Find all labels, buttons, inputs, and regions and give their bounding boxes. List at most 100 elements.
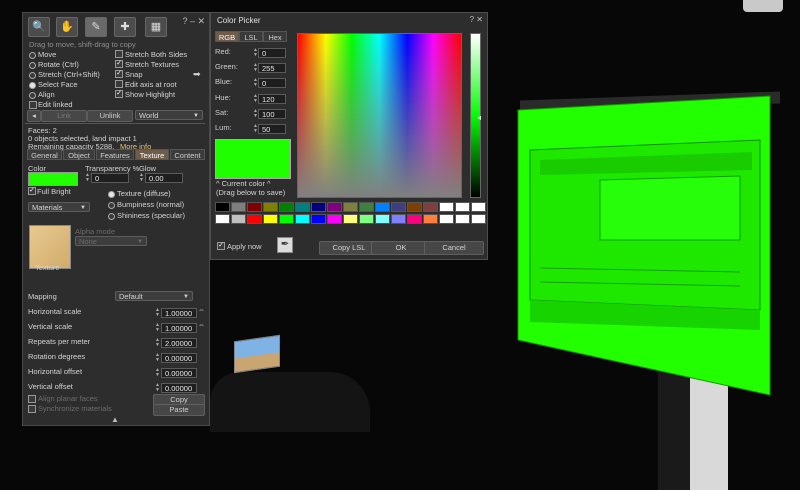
- palette-swatch[interactable]: [295, 214, 310, 224]
- palette-swatch[interactable]: [391, 202, 406, 212]
- focus-icon[interactable]: 🔍: [28, 17, 50, 37]
- materials-select[interactable]: Materials ▼: [28, 202, 90, 212]
- apply-now-checkbox[interactable]: ✓: [217, 242, 225, 250]
- palette-swatch[interactable]: [215, 214, 230, 224]
- scale-lock-icon[interactable]: ⇔: [198, 322, 205, 329]
- vertical-offset-stepper-icon[interactable]: ▲ ▼: [155, 383, 160, 393]
- tab-texture[interactable]: Texture: [135, 149, 169, 160]
- palette-swatch[interactable]: [455, 214, 470, 224]
- palette-swatch[interactable]: [471, 202, 486, 212]
- palette-swatch[interactable]: [407, 214, 422, 224]
- stretch-both-sides-checkbox[interactable]: [115, 50, 123, 58]
- palette-swatch[interactable]: [279, 202, 294, 212]
- palette-swatch[interactable]: [343, 202, 358, 212]
- palette-swatch[interactable]: [215, 202, 230, 212]
- palette-swatch[interactable]: [407, 202, 422, 212]
- rotation-stepper-icon[interactable]: ▲ ▼: [155, 353, 160, 363]
- link-button[interactable]: Link: [41, 110, 87, 122]
- alpha-mode-select[interactable]: None ▼: [75, 236, 147, 246]
- tab-object[interactable]: Object: [63, 149, 95, 160]
- luminance-caret-icon[interactable]: ◂: [477, 113, 481, 122]
- repeats-per-meter-field[interactable]: 2.00000: [161, 338, 197, 348]
- chevron-up-icon[interactable]: ▲: [111, 415, 119, 424]
- edit-icon[interactable]: ✎: [85, 17, 107, 37]
- palette-swatch[interactable]: [375, 214, 390, 224]
- red-field[interactable]: 0: [258, 48, 286, 58]
- show-highlight-checkbox[interactable]: ✓: [115, 90, 123, 98]
- align-radio[interactable]: [29, 92, 36, 99]
- palette-swatch[interactable]: [375, 202, 390, 212]
- stretch-radio[interactable]: [29, 72, 36, 79]
- palette-swatch[interactable]: [423, 202, 438, 212]
- edit-linked-checkbox[interactable]: [29, 101, 37, 109]
- texture-diffuse-radio[interactable]: [108, 191, 115, 198]
- horizontal-scale-field[interactable]: 1.00000: [161, 308, 197, 318]
- color-swatch[interactable]: [28, 172, 78, 186]
- palette-swatch[interactable]: [327, 202, 342, 212]
- tab-rgb[interactable]: RGB: [215, 31, 239, 42]
- palette-swatch[interactable]: [263, 214, 278, 224]
- horizontal-offset-stepper-icon[interactable]: ▲ ▼: [155, 368, 160, 378]
- picker-window-controls[interactable]: ? ✕: [470, 15, 483, 24]
- palette-swatch[interactable]: [471, 214, 486, 224]
- repeats-stepper-icon[interactable]: ▲ ▼: [155, 338, 160, 348]
- ruler-mode-select[interactable]: World ▼: [135, 110, 203, 120]
- palette-swatch[interactable]: [439, 214, 454, 224]
- copy-lsl-button[interactable]: Copy LSL: [319, 241, 379, 255]
- sat-field[interactable]: 100: [258, 109, 286, 119]
- palette-swatch[interactable]: [311, 214, 326, 224]
- snap-arrow-icon[interactable]: ➡: [193, 69, 201, 80]
- vertical-scale-field[interactable]: 1.00000: [161, 323, 197, 333]
- palette-swatch[interactable]: [455, 202, 470, 212]
- tab-general[interactable]: General: [27, 149, 62, 160]
- land-icon[interactable]: ▦: [145, 17, 167, 37]
- palette-swatch[interactable]: [359, 202, 374, 212]
- unlink-button[interactable]: Unlink: [87, 110, 133, 122]
- green-field[interactable]: 255: [258, 63, 286, 73]
- paste-button[interactable]: Paste: [153, 404, 205, 416]
- vertical-scale-stepper-icon[interactable]: ▲ ▼: [155, 323, 160, 333]
- palette-swatch[interactable]: [279, 214, 294, 224]
- tab-features[interactable]: Features: [96, 149, 134, 160]
- glow-stepper-icon[interactable]: ▲ ▼: [139, 173, 144, 183]
- bumpiness-radio[interactable]: [108, 202, 115, 209]
- panel-window-controls[interactable]: ? ‒ ✕: [182, 16, 205, 27]
- move-icon[interactable]: ✋: [56, 17, 78, 37]
- hue-field[interactable]: 120: [258, 94, 286, 104]
- blue-field[interactable]: 0: [258, 78, 286, 88]
- palette-swatch[interactable]: [343, 214, 358, 224]
- palette-swatch[interactable]: [359, 214, 374, 224]
- lum-field[interactable]: 50: [258, 124, 286, 134]
- palette-swatch[interactable]: [311, 202, 326, 212]
- shininess-radio[interactable]: [108, 213, 115, 220]
- snap-checkbox[interactable]: ✓: [115, 70, 123, 78]
- tab-lsl[interactable]: LSL: [239, 31, 263, 42]
- palette-swatch[interactable]: [439, 202, 454, 212]
- move-radio[interactable]: [29, 52, 36, 59]
- stretch-textures-checkbox[interactable]: ✓: [115, 60, 123, 68]
- palette-swatch[interactable]: [423, 214, 438, 224]
- horizontal-offset-field[interactable]: 0.00000: [161, 368, 197, 378]
- sync-materials-checkbox[interactable]: [28, 405, 36, 413]
- mapping-select[interactable]: Default ▼: [115, 291, 193, 301]
- horizontal-scale-stepper-icon[interactable]: ▲ ▼: [155, 308, 160, 318]
- cancel-button[interactable]: Cancel: [424, 241, 484, 255]
- rotation-degrees-field[interactable]: 0.00000: [161, 353, 197, 363]
- scale-lock-icon[interactable]: ⇔: [198, 307, 205, 314]
- palette-swatch[interactable]: [327, 214, 342, 224]
- tab-content[interactable]: Content: [170, 149, 205, 160]
- ok-button[interactable]: OK: [371, 241, 431, 255]
- link-prev-icon[interactable]: ◂: [27, 110, 41, 122]
- eyedropper-icon[interactable]: ✒: [277, 237, 293, 253]
- tab-hex[interactable]: Hex: [263, 31, 287, 42]
- palette-swatch[interactable]: [231, 214, 246, 224]
- rotate-radio[interactable]: [29, 62, 36, 69]
- vertical-offset-field[interactable]: 0.00000: [161, 383, 197, 393]
- glow-field[interactable]: 0.00: [145, 173, 183, 183]
- palette-swatch[interactable]: [295, 202, 310, 212]
- palette-swatch[interactable]: [391, 214, 406, 224]
- top-right-hud-icon[interactable]: [743, 0, 783, 12]
- create-icon[interactable]: ✚: [114, 17, 136, 37]
- palette-swatch[interactable]: [263, 202, 278, 212]
- palette-swatch[interactable]: [231, 202, 246, 212]
